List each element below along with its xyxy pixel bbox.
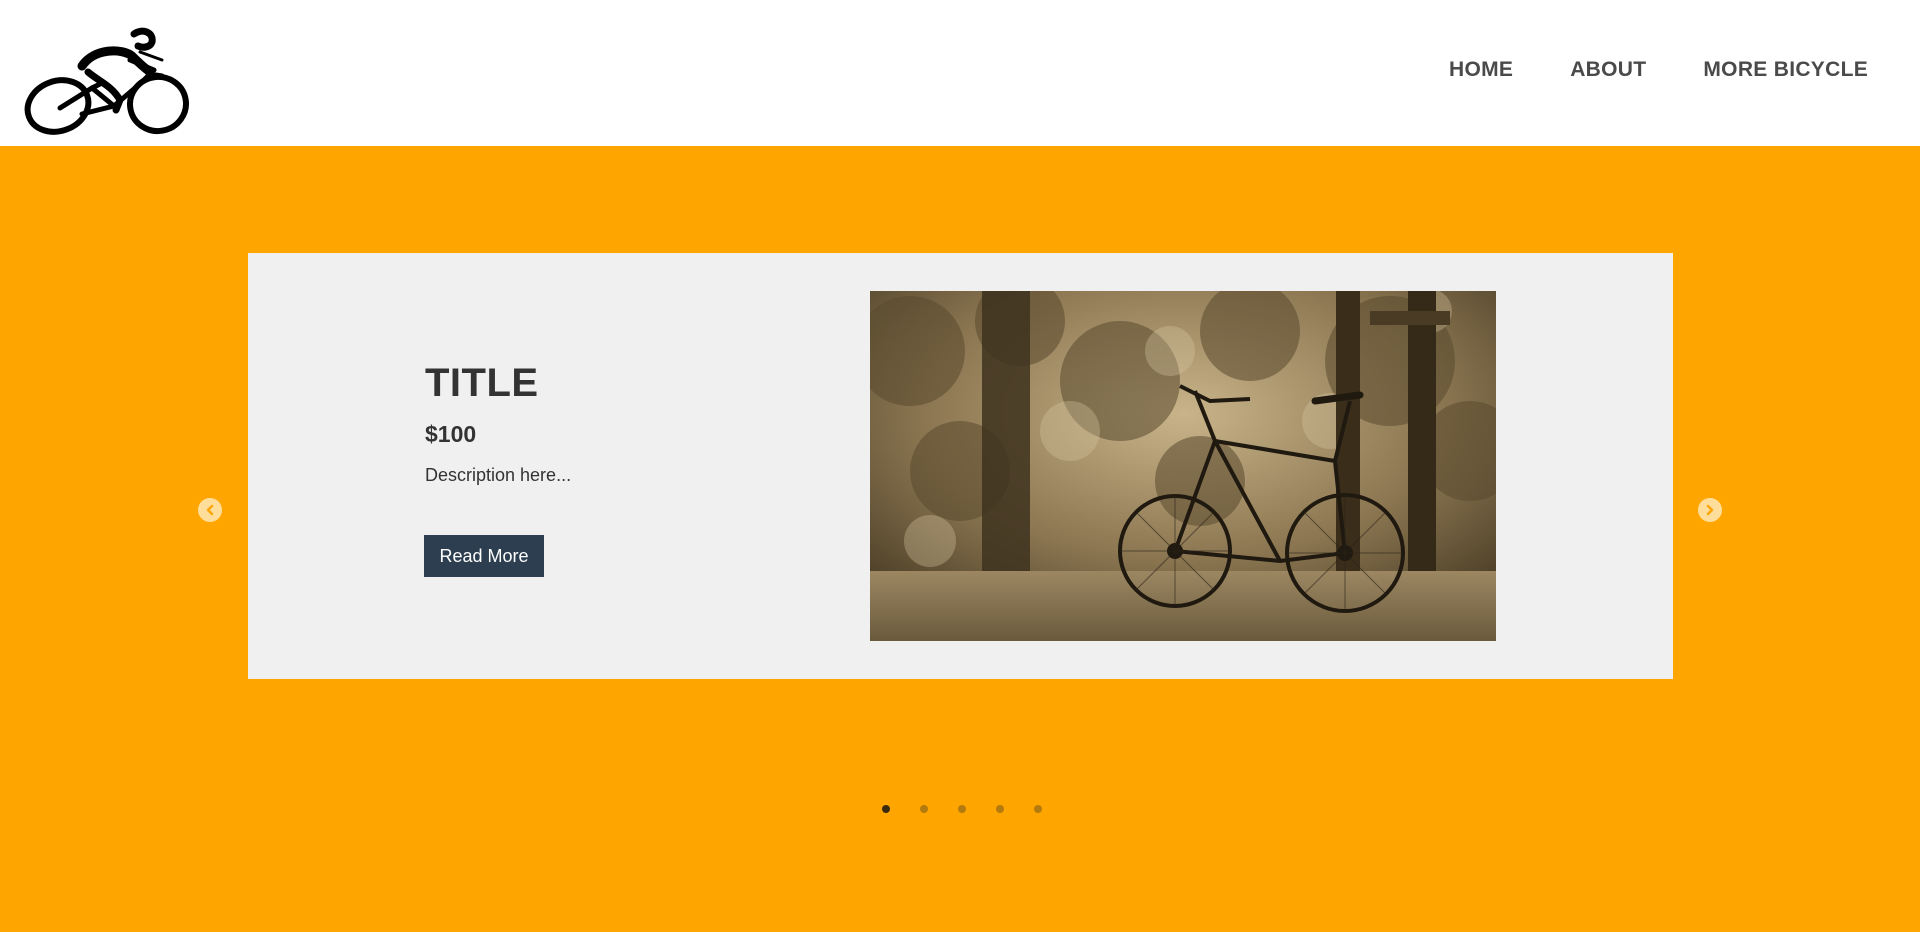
slide-description: Description here...: [425, 465, 572, 485]
nav-about-link[interactable]: ABOUT: [1570, 58, 1646, 82]
pagination-dot[interactable]: [882, 805, 890, 813]
hero-slider: TITLE $100 Description here... Read More: [0, 146, 1920, 932]
slide-price: $100: [425, 421, 477, 447]
chevron-left-icon[interactable]: [198, 498, 222, 522]
site-header: HOME ABOUT MORE BICYCLE: [0, 0, 1920, 146]
bicycle-photo: [870, 291, 1496, 641]
nav-more-bicycle-link[interactable]: MORE BICYCLE: [1703, 58, 1868, 82]
main-nav: HOME ABOUT MORE BICYCLE: [1392, 58, 1868, 82]
nav-home-link[interactable]: HOME: [1449, 58, 1513, 82]
pagination-dot[interactable]: [958, 805, 966, 813]
slide-card: TITLE $100 Description here... Read More: [248, 253, 1673, 679]
chevron-right-icon[interactable]: [1698, 498, 1722, 522]
cyclist-logo-icon[interactable]: [22, 26, 192, 136]
pagination-dot[interactable]: [1034, 805, 1042, 813]
slide-title: TITLE: [425, 361, 539, 405]
pagination-dot[interactable]: [996, 805, 1004, 813]
read-more-button[interactable]: Read More: [424, 535, 544, 577]
pagination-dot[interactable]: [920, 805, 928, 813]
slider-pagination: [882, 805, 1072, 813]
